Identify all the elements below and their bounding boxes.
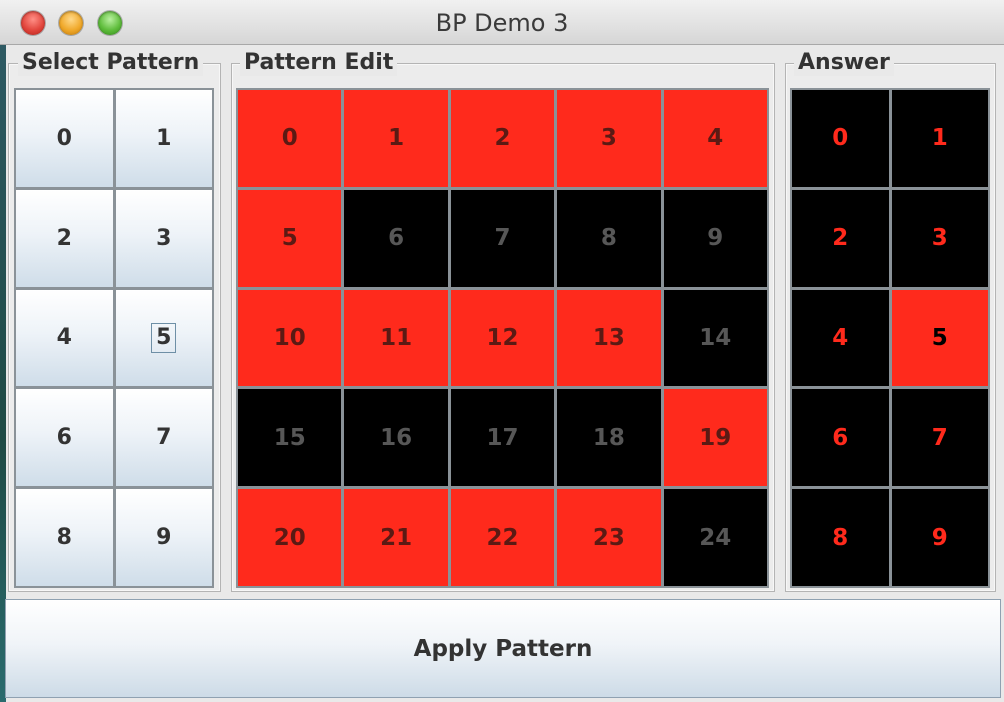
answer-grid: 0123456789 bbox=[790, 88, 990, 588]
select-pattern-button-4[interactable]: 4 bbox=[16, 289, 113, 387]
select-pattern-button-0[interactable]: 0 bbox=[16, 90, 113, 187]
answer-cell-1: 1 bbox=[891, 90, 988, 187]
answer-cell-5: 5 bbox=[891, 289, 988, 387]
pattern-cell-19[interactable]: 19 bbox=[663, 389, 767, 487]
pattern-cell-24[interactable]: 24 bbox=[663, 489, 767, 586]
pattern-cell-6[interactable]: 6 bbox=[344, 189, 448, 287]
answer-cell-4: 4 bbox=[792, 289, 889, 387]
answer-cell-6: 6 bbox=[792, 389, 889, 487]
select-pattern-button-6[interactable]: 6 bbox=[16, 389, 113, 487]
select-pattern-button-label: 0 bbox=[56, 125, 72, 151]
answer-cell-7: 7 bbox=[891, 389, 988, 487]
title-bar: BP Demo 3 bbox=[0, 0, 1004, 45]
select-pattern-title: Select Pattern bbox=[18, 50, 204, 76]
apply-pattern-button[interactable]: Apply Pattern bbox=[5, 599, 1001, 698]
pattern-cell-9[interactable]: 9 bbox=[663, 189, 767, 287]
answer-cell-3: 3 bbox=[891, 189, 988, 287]
select-pattern-button-7[interactable]: 7 bbox=[115, 389, 212, 487]
pattern-cell-2[interactable]: 2 bbox=[450, 90, 555, 187]
pattern-cell-8[interactable]: 8 bbox=[557, 189, 661, 287]
pattern-cell-0[interactable]: 0 bbox=[238, 90, 342, 187]
answer-cell-0: 0 bbox=[792, 90, 889, 187]
window-title: BP Demo 3 bbox=[435, 9, 569, 37]
pattern-cell-13[interactable]: 13 bbox=[557, 289, 661, 387]
pattern-cell-18[interactable]: 18 bbox=[557, 389, 661, 487]
select-pattern-button-label: 2 bbox=[56, 225, 72, 251]
answer-cell-9: 9 bbox=[891, 489, 988, 586]
app-window: BP Demo 3 Select Pattern 0123456789 Patt… bbox=[0, 0, 1004, 702]
pattern-cell-7[interactable]: 7 bbox=[450, 189, 555, 287]
pattern-cell-10[interactable]: 10 bbox=[238, 289, 342, 387]
pattern-cell-4[interactable]: 4 bbox=[663, 90, 767, 187]
select-pattern-button-label: 6 bbox=[56, 425, 72, 451]
pattern-cell-11[interactable]: 11 bbox=[344, 289, 448, 387]
answer-title: Answer bbox=[794, 50, 894, 76]
select-pattern-button-label: 8 bbox=[56, 525, 72, 551]
answer-cell-8: 8 bbox=[792, 489, 889, 586]
select-pattern-button-9[interactable]: 9 bbox=[115, 489, 212, 586]
select-pattern-button-label: 5 bbox=[151, 322, 177, 353]
select-pattern-button-label: 7 bbox=[156, 425, 172, 451]
pattern-cell-23[interactable]: 23 bbox=[557, 489, 661, 586]
pattern-edit-grid: 0 1 2 3 4 5 6 7 8 9 10 11 12 13 14 15 16 17 18 19 20 21 22 23 24 bbox=[236, 88, 769, 588]
pattern-cell-22[interactable]: 22 bbox=[450, 489, 555, 586]
select-pattern-button-label: 1 bbox=[156, 125, 172, 151]
select-pattern-button-2[interactable]: 2 bbox=[16, 189, 113, 287]
select-pattern-button-8[interactable]: 8 bbox=[16, 489, 113, 586]
pattern-cell-16[interactable]: 16 bbox=[344, 389, 448, 487]
answer-cell-2: 2 bbox=[792, 189, 889, 287]
select-pattern-button-3[interactable]: 3 bbox=[115, 189, 212, 287]
select-pattern-button-1[interactable]: 1 bbox=[115, 90, 212, 187]
pattern-cell-20[interactable]: 20 bbox=[238, 489, 342, 586]
select-pattern-button-5[interactable]: 5 bbox=[115, 289, 212, 387]
pattern-cell-14[interactable]: 14 bbox=[663, 289, 767, 387]
pattern-cell-17[interactable]: 17 bbox=[450, 389, 555, 487]
select-pattern-button-label: 9 bbox=[156, 525, 172, 551]
pattern-cell-3[interactable]: 3 bbox=[557, 90, 661, 187]
pattern-edit-title: Pattern Edit bbox=[240, 50, 398, 76]
pattern-cell-21[interactable]: 21 bbox=[344, 489, 448, 586]
select-pattern-button-label: 3 bbox=[156, 225, 172, 251]
select-pattern-button-label: 4 bbox=[56, 325, 72, 351]
pattern-cell-5[interactable]: 5 bbox=[238, 189, 342, 287]
pattern-cell-1[interactable]: 1 bbox=[344, 90, 448, 187]
pattern-cell-15[interactable]: 15 bbox=[238, 389, 342, 487]
pattern-cell-12[interactable]: 12 bbox=[450, 289, 555, 387]
select-pattern-grid: 0 1 2 3 4 5 6 7 8 9 bbox=[14, 88, 214, 588]
